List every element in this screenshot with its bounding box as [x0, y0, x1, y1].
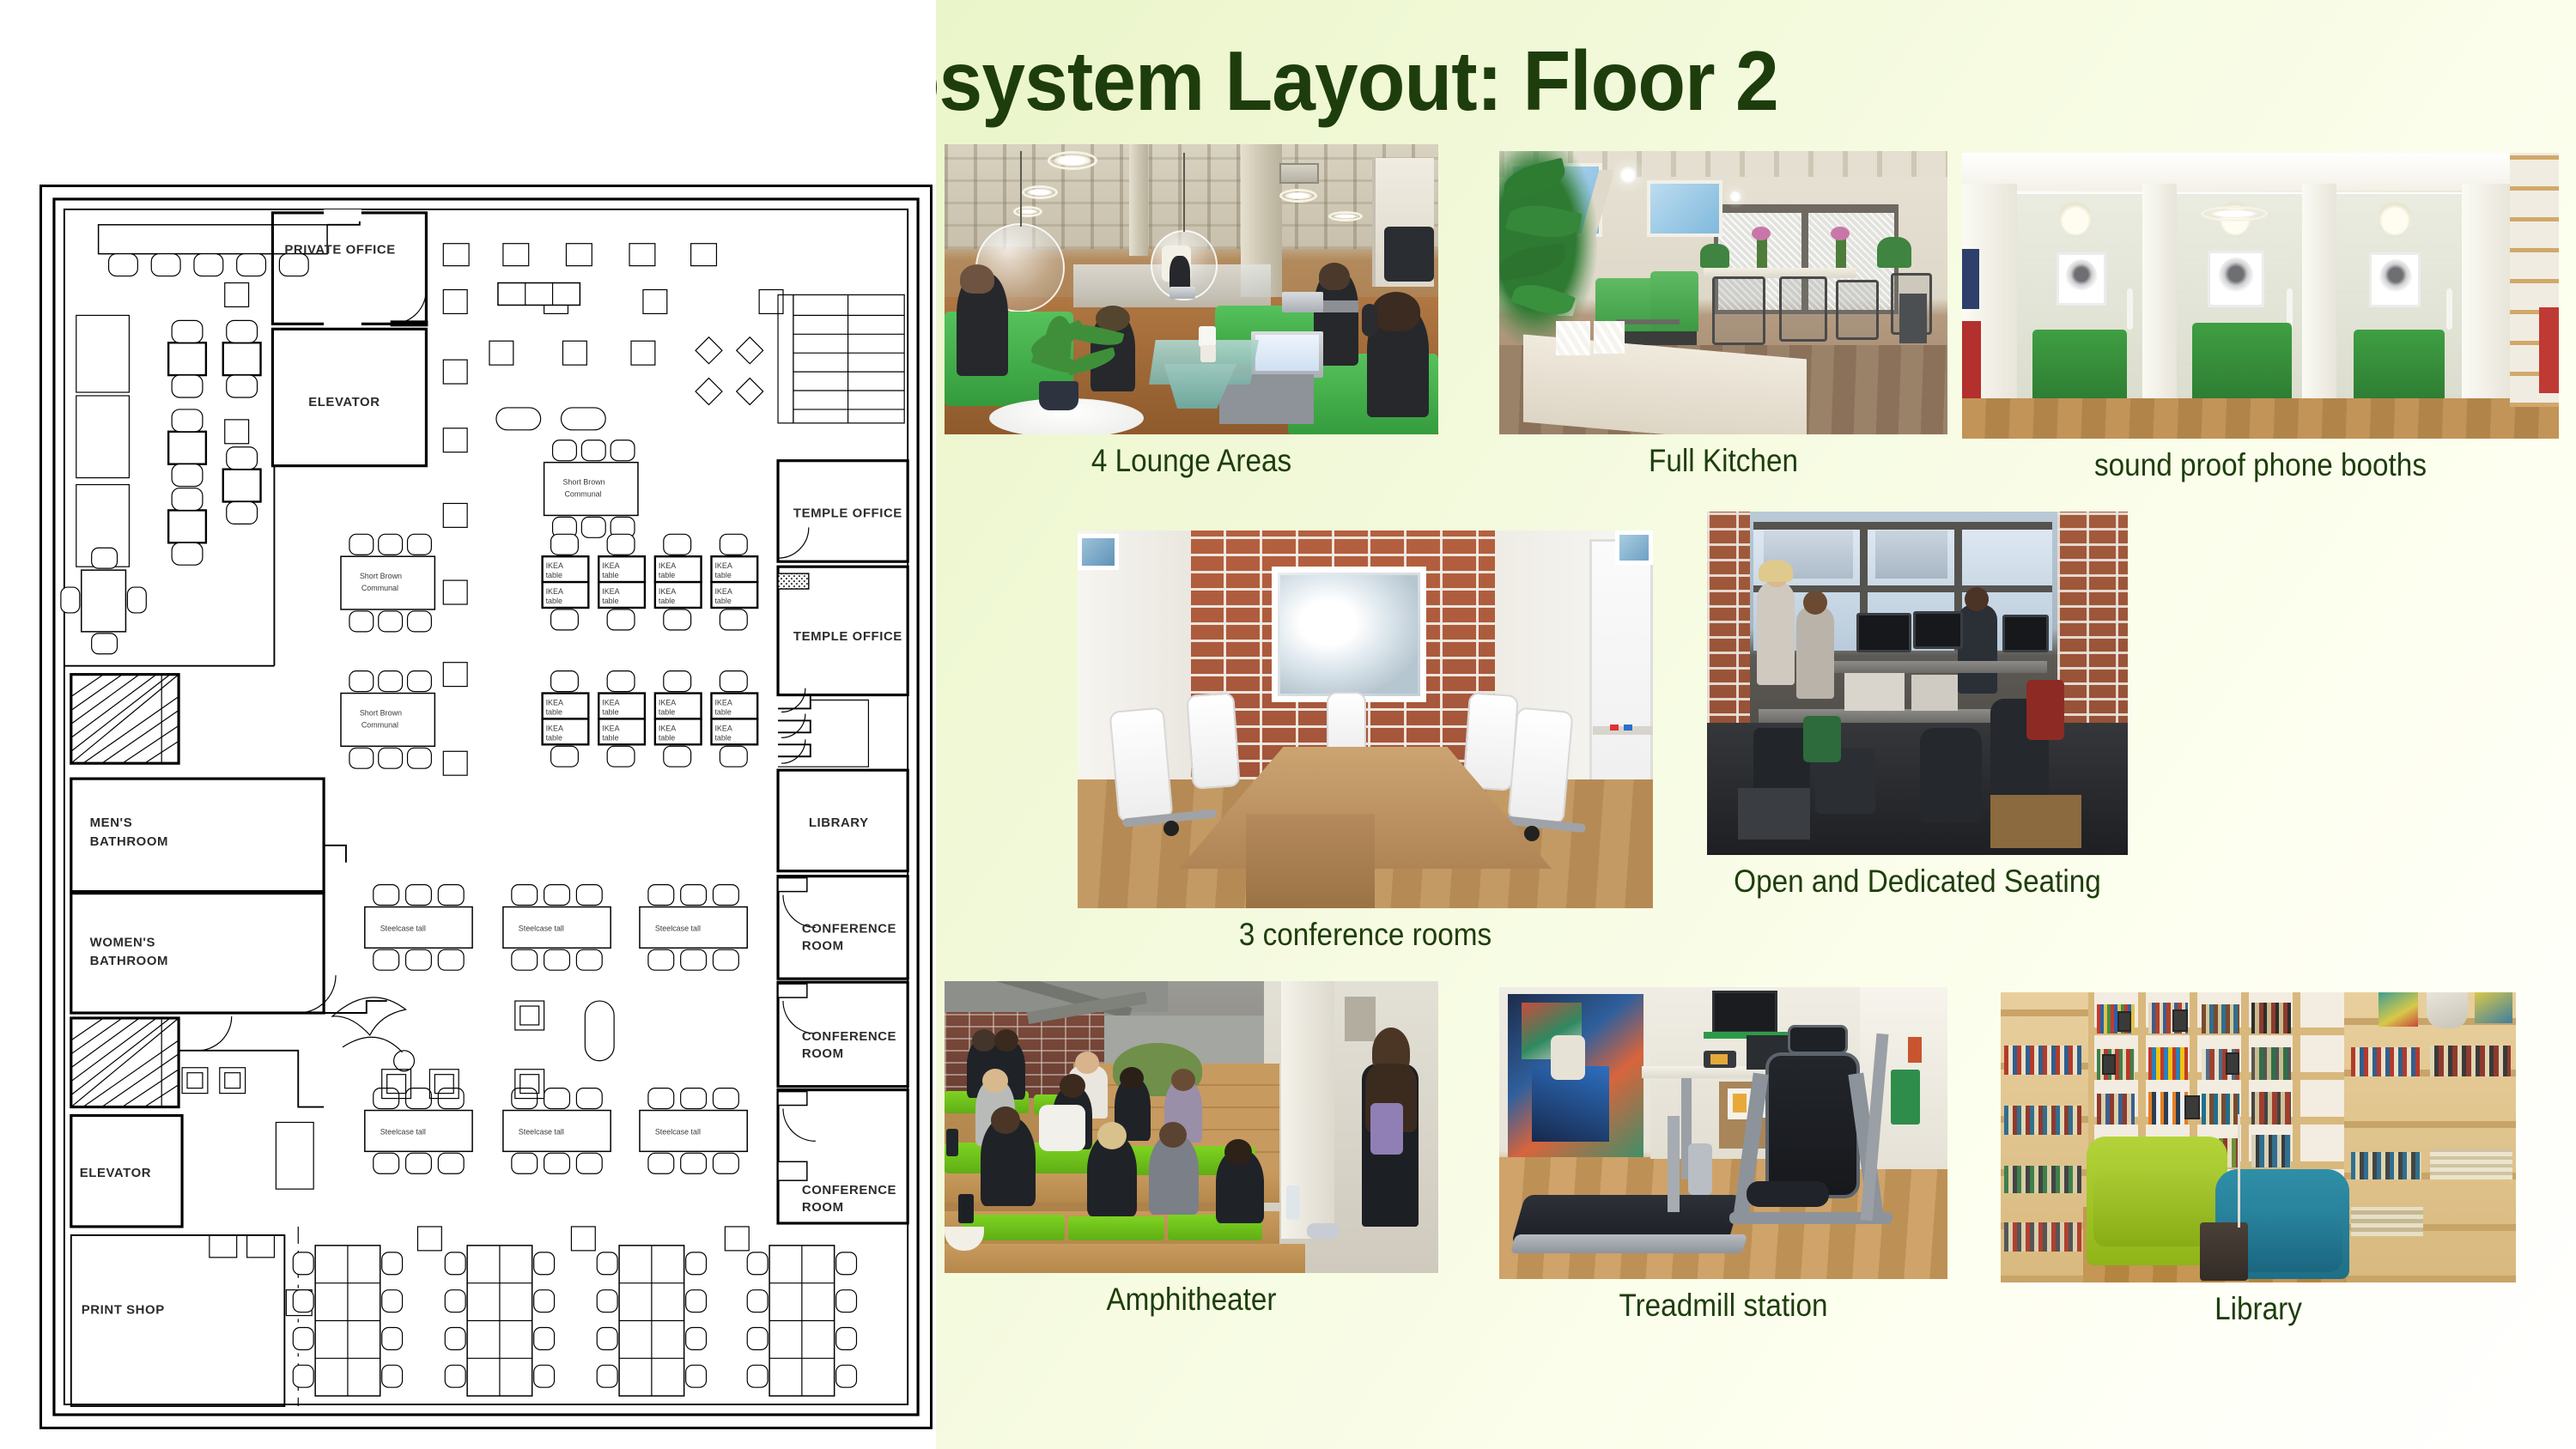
photo-caption-lounge: 4 Lounge Areas [1091, 443, 1292, 478]
photo-treadmill [1499, 987, 1947, 1279]
photo-cell-amphitheater: Amphitheater [945, 981, 1438, 1318]
floorplan-label-temple-office-2: TEMPLE OFFICE [793, 629, 902, 644]
floorplan-furniture-ikea-a8b: table [714, 597, 731, 605]
floorplan-furniture-ikea-a1b: table [546, 571, 562, 579]
floorplan-furniture-ikea-b8b: table [714, 733, 731, 742]
floorplan-label-mens-bathroom-2: BATHROOM [90, 834, 168, 849]
floorplan-furniture-ikea-b5a: IKEA [659, 698, 676, 706]
floorplan-furniture-ikea-b5b: table [659, 707, 675, 716]
photo-open-seating [1707, 512, 2128, 855]
floorplan-furniture-ikea-a6a: IKEA [659, 587, 676, 596]
floorplan-furniture-ikea-b6a: IKEA [659, 724, 676, 732]
photo-kitchen [1499, 151, 1947, 434]
photo-cell-treadmill: Treadmill station [1499, 987, 1947, 1324]
floorplan-furniture-ikea-a5b: table [659, 571, 675, 579]
floorplan-furniture-steelcase-2: Steelcase tall [519, 924, 564, 932]
photo-cell-open-seating: Open and Dedicated Seating [1707, 512, 2128, 900]
floorplan-label-conference-1b: ROOM [802, 938, 844, 953]
floorplan-furniture-communal-1a: Short Brown [562, 478, 605, 487]
floorplan-furniture-steelcase-6: Steelcase tall [655, 1127, 701, 1136]
photo-cell-phone-booths: sound proof phone booths [1962, 153, 2559, 483]
photo-cell-library: Library [2001, 992, 2516, 1327]
floorplan-furniture-ikea-a7a: IKEA [714, 561, 732, 570]
floorplan-label-womens-bathroom-2: BATHROOM [90, 954, 168, 968]
floorplan-furniture-ikea-b3b: table [602, 707, 618, 716]
floorplan-furniture-ikea-b1b: table [546, 707, 562, 716]
floorplan-label-conference-1a: CONFERENCE [802, 921, 896, 936]
floorplan-label-conference-2a: CONFERENCE [802, 1029, 896, 1044]
floorplan-label-conference-3b: ROOM [802, 1200, 844, 1215]
floorplan-furniture-steelcase-4: Steelcase tall [380, 1127, 426, 1136]
floorplan-furniture-communal-2b: Communal [361, 584, 398, 592]
floor-plan-frame: PRIVATE OFFICE ELEVATOR Short Brown Comm… [39, 185, 933, 1429]
floorplan-furniture-communal-2a: Short Brown [360, 572, 402, 580]
floorplan-furniture-ikea-b7a: IKEA [714, 698, 732, 706]
photo-caption-open-seating: Open and Dedicated Seating [1734, 864, 2101, 899]
floorplan-furniture-ikea-a2b: table [546, 597, 562, 605]
photo-cell-conference: 3 conference rooms [1078, 530, 1653, 953]
floorplan-furniture-ikea-a4a: IKEA [602, 587, 619, 596]
photo-caption-phone-booths: sound proof phone booths [2094, 447, 2427, 482]
floor-plan-svg: PRIVATE OFFICE ELEVATOR Short Brown Comm… [52, 197, 920, 1416]
floorplan-furniture-ikea-b7b: table [714, 707, 731, 716]
floorplan-furniture-ikea-a4b: table [602, 597, 618, 605]
floorplan-label-elevator-left: ELEVATOR [80, 1166, 151, 1180]
floorplan-label-elevator-top: ELEVATOR [308, 395, 380, 409]
photo-caption-conference: 3 conference rooms [1238, 917, 1492, 952]
floorplan-furniture-ikea-a3b: table [602, 571, 618, 579]
floorplan-furniture-ikea-b2a: IKEA [546, 724, 563, 732]
photo-amphitheater [945, 981, 1438, 1273]
floorplan-label-conference-3a: CONFERENCE [802, 1183, 896, 1197]
photo-cell-lounge: 4 Lounge Areas [945, 144, 1438, 479]
floorplan-furniture-steelcase-1: Steelcase tall [380, 924, 426, 932]
floorplan-furniture-ikea-b4b: table [602, 733, 618, 742]
floorplan-furniture-ikea-a1a: IKEA [546, 561, 563, 570]
photo-lounge [945, 144, 1438, 434]
photo-conference [1078, 530, 1653, 908]
floorplan-furniture-ikea-b8a: IKEA [714, 724, 732, 732]
floorplan-furniture-ikea-a8a: IKEA [714, 587, 732, 596]
floorplan-furniture-communal-3b: Communal [361, 720, 398, 729]
floorplan-furniture-ikea-a7b: table [714, 571, 731, 579]
photo-caption-treadmill: Treadmill station [1619, 1288, 1828, 1323]
photo-grid: 4 Lounge Areas Full Kitchen sound proof … [945, 144, 2559, 1415]
floorplan-furniture-ikea-b2b: table [546, 733, 562, 742]
floorplan-furniture-ikea-a3a: IKEA [602, 561, 619, 570]
floorplan-label-library: LIBRARY [809, 815, 869, 830]
floorplan-furniture-ikea-b4a: IKEA [602, 724, 619, 732]
floorplan-furniture-communal-1b: Communal [564, 489, 601, 498]
floorplan-furniture-communal-3a: Short Brown [360, 708, 402, 717]
floorplan-furniture-steelcase-3: Steelcase tall [655, 924, 701, 932]
photo-caption-amphitheater: Amphitheater [1106, 1282, 1277, 1317]
floorplan-furniture-ikea-a5a: IKEA [659, 561, 676, 570]
floorplan-label-print-shop: PRINT SHOP [82, 1303, 165, 1318]
floorplan-label-womens-bathroom-1: WOMEN'S [90, 935, 155, 949]
floorplan-label-conference-2b: ROOM [802, 1046, 844, 1061]
floorplan-furniture-ikea-b3a: IKEA [602, 698, 619, 706]
floorplan-furniture-ikea-b1a: IKEA [546, 698, 563, 706]
floorplan-furniture-ikea-a6b: table [659, 597, 675, 605]
photo-caption-kitchen: Full Kitchen [1649, 443, 1798, 478]
photo-cell-kitchen: Full Kitchen [1499, 151, 1947, 479]
floorplan-furniture-ikea-a2a: IKEA [546, 587, 563, 596]
floorplan-furniture-ikea-b6b: table [659, 733, 675, 742]
floorplan-label-mens-bathroom-1: MEN'S [90, 815, 133, 830]
floorplan-label-temple-office-1: TEMPLE OFFICE [793, 506, 902, 520]
photo-caption-library: Library [2215, 1291, 2302, 1326]
floorplan-furniture-steelcase-5: Steelcase tall [519, 1127, 564, 1136]
floor-plan-panel: PRIVATE OFFICE ELEVATOR Short Brown Comm… [0, 0, 936, 1449]
floorplan-label-private-office: PRIVATE OFFICE [284, 243, 395, 258]
photo-phone-booths [1962, 153, 2559, 439]
photo-library [2001, 992, 2516, 1282]
